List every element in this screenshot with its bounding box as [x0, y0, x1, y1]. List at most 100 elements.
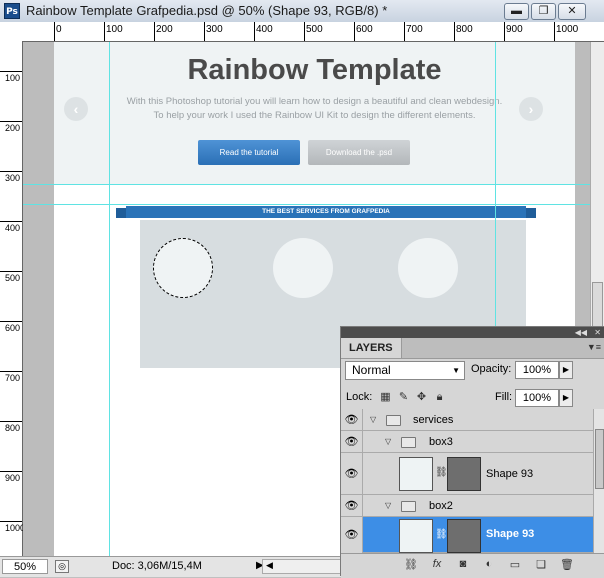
- ruler-tick: [0, 121, 22, 122]
- visibility-eye-icon[interactable]: 👁︎: [341, 453, 363, 495]
- ruler-label: 500: [306, 24, 323, 35]
- ruler-label: 400: [256, 24, 273, 35]
- new-group-icon[interactable]: ▭: [507, 558, 523, 571]
- ruler-corner[interactable]: [0, 22, 23, 42]
- collapse-panel-icon[interactable]: ◀◀: [575, 327, 587, 338]
- horizontal-scrollbar[interactable]: ◀: [262, 559, 342, 574]
- ruler-label: 100: [106, 24, 123, 35]
- layer-thumbnail: [399, 519, 433, 553]
- delete-layer-icon[interactable]: 🗑︎: [559, 558, 575, 571]
- lock-transparent-icon[interactable]: ▦: [379, 391, 392, 404]
- ruler-tick: [0, 371, 22, 372]
- ruler-label: 200: [5, 123, 21, 133]
- fill-field[interactable]: 100%: [515, 389, 559, 407]
- layer-row-shape[interactable]: 👁︎ ⛓︎ Shape 93: [341, 453, 593, 495]
- ruler-tick: [454, 22, 455, 41]
- ruler-label: 1000: [556, 24, 579, 35]
- layer-list: 👁︎ ▽ services 👁︎ ▽ box3 👁︎ ⛓︎ Shape 93 👁…: [341, 409, 593, 553]
- blend-mode-value: Normal: [352, 363, 391, 377]
- ruler-tick: [0, 221, 22, 222]
- window-title: Rainbow Template Grafpedia.psd @ 50% (Sh…: [26, 3, 388, 18]
- slider-next-icon: ›: [519, 97, 543, 121]
- ruler-label: 100: [5, 73, 21, 83]
- lock-all-icon[interactable]: 🔒︎: [433, 391, 446, 404]
- layers-footer: ⛓︎ fx ◙ ◐ ▭ ❏ 🗑︎: [341, 553, 604, 578]
- fill-slider-toggle[interactable]: ▶: [559, 389, 573, 407]
- ruler-tick: [104, 22, 105, 41]
- photoshop-app-icon: Ps: [4, 3, 20, 19]
- opacity-field[interactable]: 100%: [515, 361, 559, 379]
- layer-mask-icon[interactable]: ◙: [455, 558, 471, 570]
- layer-row-box3[interactable]: 👁︎ ▽ box3: [341, 431, 593, 453]
- ruler-tick: [304, 22, 305, 41]
- ruler-tick: [254, 22, 255, 41]
- adjustment-layer-icon[interactable]: ◐: [481, 558, 497, 570]
- restore-button[interactable]: ❐: [531, 3, 556, 20]
- layer-name: box3: [429, 436, 453, 448]
- ruler-left[interactable]: 100 200 300 400 500 600 700 800 900 1000: [0, 41, 26, 556]
- layers-scrollbar-thumb[interactable]: [595, 429, 604, 489]
- ruler-top[interactable]: 0 100 200 300 400 500 600 700 800 900 10…: [22, 22, 604, 42]
- service-circle-selected[interactable]: [153, 238, 213, 298]
- close-panel-icon[interactable]: ✕: [594, 327, 601, 338]
- expand-triangle-icon[interactable]: ▽: [385, 501, 391, 510]
- visibility-eye-icon[interactable]: 👁︎: [341, 431, 363, 453]
- guide-line-vertical: [109, 42, 110, 556]
- panel-header-bar: ◀◀ ✕: [341, 327, 604, 338]
- service-circle: [398, 238, 458, 298]
- layer-name: box2: [429, 500, 453, 512]
- visibility-eye-icon[interactable]: 👁︎: [341, 495, 363, 517]
- ruler-tick: [154, 22, 155, 41]
- guide-line-horizontal: [23, 204, 590, 205]
- zoom-field[interactable]: 50%: [2, 559, 48, 574]
- folder-icon: [401, 501, 416, 512]
- services-ribbon: THE BEST SERVICES FROM GRAFPEDIA: [126, 206, 526, 218]
- vector-mask-thumbnail: [447, 519, 481, 553]
- ruler-label: 200: [156, 24, 173, 35]
- vector-mask-thumbnail: [447, 457, 481, 491]
- minimize-button[interactable]: ▬: [504, 3, 529, 20]
- scroll-left-arrow-icon[interactable]: ◀: [266, 560, 273, 571]
- status-options-icon[interactable]: ◎: [55, 560, 69, 573]
- ruler-label: 300: [206, 24, 223, 35]
- layers-scrollbar[interactable]: [593, 409, 604, 553]
- ruler-tick: [0, 321, 22, 322]
- new-layer-icon[interactable]: ❏: [533, 558, 549, 571]
- ruler-tick: [0, 271, 22, 272]
- ruler-tick: [54, 22, 55, 41]
- link-layers-icon[interactable]: ⛓︎: [403, 558, 419, 571]
- ruler-tick: [0, 471, 22, 472]
- ruler-tick: [404, 22, 405, 41]
- slider-prev-icon: ‹: [64, 97, 88, 121]
- hero-section: Rainbow Template With this Photoshop tut…: [54, 42, 575, 184]
- opacity-slider-toggle[interactable]: ▶: [559, 361, 573, 379]
- panel-menu-icon[interactable]: ▼≡: [587, 342, 601, 352]
- ruler-label: 700: [5, 373, 21, 383]
- lock-image-icon[interactable]: ✎: [397, 391, 410, 404]
- expand-triangle-icon[interactable]: ▽: [370, 415, 376, 424]
- ruler-tick: [0, 171, 22, 172]
- ruler-tick: [354, 22, 355, 41]
- layer-row-box2[interactable]: 👁︎ ▽ box2: [341, 495, 593, 517]
- lock-position-icon[interactable]: ✥: [415, 391, 428, 404]
- link-chain-icon: ⛓︎: [435, 467, 448, 478]
- visibility-eye-icon[interactable]: 👁︎: [341, 409, 363, 431]
- layer-thumbnail: [399, 457, 433, 491]
- layer-row-services[interactable]: 👁︎ ▽ services: [341, 409, 593, 431]
- layers-panel: ◀◀ ✕ LAYERS ▼≡ Normal ▼ Opacity: 100% ▶ …: [340, 326, 604, 578]
- ruler-tick: [204, 22, 205, 41]
- ruler-label: 1000: [5, 523, 26, 533]
- title-bar: Ps Rainbow Template Grafpedia.psd @ 50% …: [0, 0, 604, 23]
- document-size-info: Doc: 3,06M/15,4M: [112, 560, 202, 572]
- tab-layers[interactable]: LAYERS: [341, 338, 402, 358]
- fx-icon[interactable]: fx: [429, 558, 445, 570]
- hero-subtitle-line-2: To help your work I used the Rainbow UI …: [153, 110, 476, 121]
- layer-name: services: [413, 414, 454, 426]
- layer-row-shape-selected[interactable]: 👁︎ ⛓︎ Shape 93: [341, 517, 593, 553]
- close-button[interactable]: ✕: [558, 3, 586, 20]
- visibility-eye-icon[interactable]: 👁︎: [341, 517, 363, 553]
- expand-triangle-icon[interactable]: ▽: [385, 437, 391, 446]
- blend-mode-select[interactable]: Normal ▼: [345, 361, 465, 380]
- ruler-label: 400: [5, 223, 21, 233]
- ruler-label: 600: [356, 24, 373, 35]
